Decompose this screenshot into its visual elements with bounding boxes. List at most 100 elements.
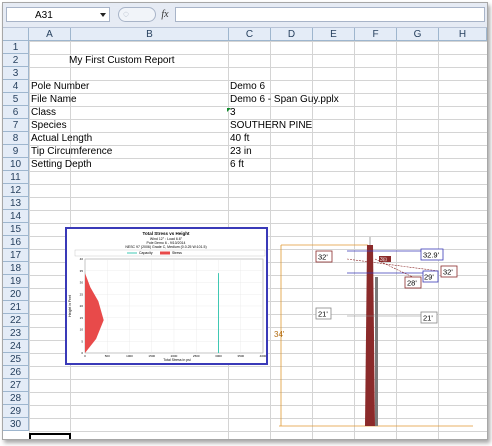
row-header-1[interactable]: 1: [3, 41, 29, 54]
row-header-6[interactable]: 6: [3, 106, 29, 119]
x-tick-label: 2500: [193, 354, 200, 358]
pole-body: [365, 245, 375, 426]
legend-capacity-label: Capacity: [139, 251, 153, 255]
chart-xlabel: Total Stress in psi: [163, 358, 191, 362]
y-tick-label: 30: [80, 281, 84, 285]
row-header-2[interactable]: 2: [3, 54, 29, 67]
column-header-g[interactable]: G: [397, 28, 439, 41]
chart-subtitle-3: NESC 97 (2006) Grade C, Medium (0.0.25 W…: [125, 245, 206, 249]
row-header-12[interactable]: 12: [3, 184, 29, 197]
column-header-e[interactable]: E: [313, 28, 355, 41]
label-right-mid: 29': [424, 273, 434, 282]
pole-diagram-svg: 34' 3⊡ 32' 32.9' 32' 29' 28' 21' 21': [274, 237, 473, 427]
legend-stress-label: Stress: [172, 251, 182, 255]
x-tick-label: 0: [84, 354, 86, 358]
chevron-down-icon[interactable]: [100, 13, 106, 17]
chart-ylabel: Height in Feet: [68, 295, 72, 317]
stress-chart-svg: Total Stress vs Height Wind 12° : Load 6…: [68, 231, 267, 362]
label-left-top: 32': [318, 253, 328, 262]
value-actual-length[interactable]: 40 ft: [230, 132, 249, 145]
value-file-name[interactable]: Demo 6 - Span Guy.pplx: [230, 93, 339, 106]
report-title[interactable]: My First Custom Report: [69, 54, 175, 67]
column-header-a[interactable]: A: [29, 28, 71, 41]
column-header-h[interactable]: H: [439, 28, 487, 41]
overall-height-label: 34': [274, 330, 285, 339]
formula-input[interactable]: [175, 7, 485, 22]
y-tick-label: 35: [80, 269, 84, 273]
row-header-8[interactable]: 8: [3, 132, 29, 145]
stress-chart[interactable]: Total Stress vs Height Wind 12° : Load 6…: [65, 227, 268, 365]
label-file-name[interactable]: File Name: [31, 93, 77, 106]
label-right-far: 32': [443, 268, 453, 277]
row-header-15[interactable]: 15: [3, 223, 29, 236]
column-header-b[interactable]: B: [71, 28, 229, 41]
value-setting-depth[interactable]: 6 ft: [230, 158, 244, 171]
y-tick-label: 20: [80, 304, 84, 308]
row-header-18[interactable]: 18: [3, 262, 29, 275]
value-pole-number[interactable]: Demo 6: [230, 80, 265, 93]
row-header-10[interactable]: 10: [3, 158, 29, 171]
span-guy-line: [346, 258, 440, 272]
cancel-icon[interactable]: ◌: [123, 8, 129, 21]
insert-function-button[interactable]: fx: [156, 7, 174, 22]
y-tick-label: 0: [81, 351, 83, 355]
column-header-d[interactable]: D: [271, 28, 313, 41]
label-pole-number[interactable]: Pole Number: [31, 80, 89, 93]
column-header-c[interactable]: C: [229, 28, 271, 41]
row-header-30[interactable]: 30: [3, 418, 29, 431]
row-header-26[interactable]: 26: [3, 366, 29, 379]
row-header-28[interactable]: 28: [3, 392, 29, 405]
row-header-7[interactable]: 7: [3, 119, 29, 132]
value-species[interactable]: SOUTHERN PINE: [230, 119, 312, 132]
label-species[interactable]: Species: [31, 119, 67, 132]
row-header-21[interactable]: 21: [3, 301, 29, 314]
chart-title: Total Stress vs Height: [143, 231, 190, 236]
y-tick-label: 10: [80, 328, 84, 332]
row-header-20[interactable]: 20: [3, 288, 29, 301]
column-header-f[interactable]: F: [355, 28, 397, 41]
row-header-13[interactable]: 13: [3, 197, 29, 210]
row-header-11[interactable]: 11: [3, 171, 29, 184]
row-header-22[interactable]: 22: [3, 314, 29, 327]
row-header-24[interactable]: 24: [3, 340, 29, 353]
label-right-low: 21': [423, 314, 433, 323]
label-tip-circumference[interactable]: Tip Circumference: [31, 145, 112, 158]
name-box-value: A31: [35, 10, 53, 21]
row-header-25[interactable]: 25: [3, 353, 29, 366]
row-header-29[interactable]: 29: [3, 405, 29, 418]
row-header-17[interactable]: 17: [3, 249, 29, 262]
name-box[interactable]: A31: [6, 7, 110, 22]
error-indicator[interactable]: [227, 108, 231, 112]
x-tick-label: 500: [105, 354, 110, 358]
value-tip-circumference[interactable]: 23 in: [230, 145, 252, 158]
formula-bar: A31 ◌ fx: [3, 3, 487, 28]
row-header-16[interactable]: 16: [3, 236, 29, 249]
y-tick-label: 15: [80, 316, 84, 320]
select-all-corner[interactable]: [3, 28, 29, 41]
pole-diagram[interactable]: 34' 3⊡ 32' 32.9' 32' 29' 28' 21' 21': [263, 231, 487, 439]
row-header-27[interactable]: 27: [3, 379, 29, 392]
legend-stress-swatch: [160, 251, 170, 255]
y-tick-label: 40: [80, 257, 84, 261]
x-tick-label: 1000: [126, 354, 133, 358]
x-tick-label: 3500: [237, 354, 244, 358]
row-header-5[interactable]: 5: [3, 93, 29, 106]
selected-cell[interactable]: [29, 433, 71, 439]
row-header-9[interactable]: 9: [3, 145, 29, 158]
y-tick-label: 25: [80, 292, 84, 296]
formula-controls[interactable]: ◌: [118, 7, 156, 22]
attachment-label: 3⊡: [380, 257, 387, 263]
guy-wire: [375, 277, 378, 426]
y-tick-label: 5: [81, 339, 83, 343]
label-right-top: 32.9': [423, 251, 440, 260]
label-setting-depth[interactable]: Setting Depth: [31, 158, 92, 171]
row-header-3[interactable]: 3: [3, 67, 29, 80]
label-left-low: 21': [318, 310, 328, 319]
row-header-14[interactable]: 14: [3, 210, 29, 223]
label-actual-length[interactable]: Actual Length: [31, 132, 92, 145]
excel-window: A31 ◌ fx A B C D E F G H 1 2 3 4 5 6 7 8 9 10 11 12…: [2, 2, 488, 440]
row-header-4[interactable]: 4: [3, 80, 29, 93]
label-class[interactable]: Class: [31, 106, 56, 119]
row-header-23[interactable]: 23: [3, 327, 29, 340]
row-header-19[interactable]: 19: [3, 275, 29, 288]
